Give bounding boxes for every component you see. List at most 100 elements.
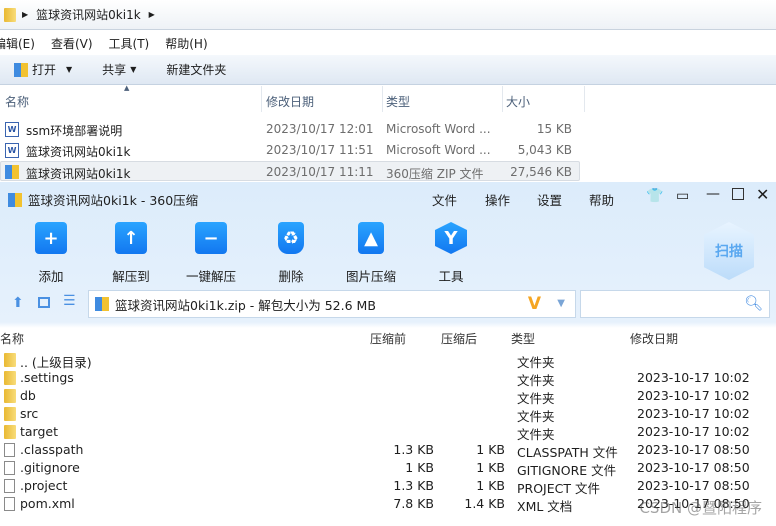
scan-button[interactable]: 扫描 bbox=[704, 222, 754, 280]
add-button[interactable]: + 添加 bbox=[16, 222, 86, 285]
dropdown-icon[interactable]: ▼ bbox=[557, 298, 565, 309]
file-name: ssm环境部署说明 bbox=[26, 124, 123, 138]
explorer-toolbar: 打开 ▼ 共享 ▼ 新建文件夹 bbox=[0, 55, 776, 85]
entry-type: XML 文档 bbox=[517, 499, 573, 514]
file-icon bbox=[4, 479, 15, 493]
column-size[interactable]: 大小 bbox=[506, 93, 530, 110]
entry-date: 2023-10-17 10:02 bbox=[637, 406, 750, 421]
menu-file[interactable]: 文件 bbox=[432, 190, 457, 209]
menu-help[interactable]: 帮助 bbox=[589, 190, 614, 209]
archive-row[interactable]: .project 1.3 KB 1 KB PROJECT 文件 2023-10-… bbox=[0, 477, 776, 496]
feedback-icon[interactable]: ▭ bbox=[676, 188, 689, 204]
add-icon: + bbox=[35, 222, 67, 254]
menu-settings[interactable]: 设置 bbox=[537, 190, 562, 209]
entry-name: pom.xml bbox=[20, 496, 75, 511]
folder-icon bbox=[4, 353, 16, 367]
entry-size-after: 1 KB bbox=[476, 460, 505, 475]
share-button[interactable]: 共享 ▼ bbox=[102, 61, 136, 78]
archive-row[interactable]: target 文件夹 2023-10-17 10:02 bbox=[0, 423, 776, 442]
skin-icon[interactable]: 👕 bbox=[646, 188, 663, 204]
image-compress-button[interactable]: ▲ 图片压缩 bbox=[336, 222, 406, 285]
delete-label: 删除 bbox=[278, 269, 304, 284]
entry-date: 2023-10-17 10:02 bbox=[637, 370, 750, 385]
zip-icon bbox=[8, 192, 22, 207]
archive-row[interactable]: .settings 文件夹 2023-10-17 10:02 bbox=[0, 369, 776, 388]
column-date[interactable]: 修改日期 bbox=[630, 330, 678, 347]
entry-size-after: 1 KB bbox=[476, 478, 505, 493]
new-folder-button[interactable]: 新建文件夹 bbox=[166, 61, 226, 78]
thumbnail-view-icon[interactable] bbox=[38, 297, 50, 308]
close-icon[interactable]: ✕ bbox=[756, 185, 769, 204]
extract-to-button[interactable]: ↑ 解压到 bbox=[96, 222, 166, 285]
image-compress-label: 图片压缩 bbox=[345, 269, 396, 284]
scan-label: 扫描 bbox=[715, 244, 743, 260]
entry-size-before: 7.8 KB bbox=[393, 496, 434, 511]
breadcrumb-item[interactable]: 篮球资讯网站0ki1k bbox=[36, 6, 141, 23]
archive-row[interactable]: .gitignore 1 KB 1 KB GITIGNORE 文件 2023-1… bbox=[0, 459, 776, 478]
column-date[interactable]: 修改日期 bbox=[266, 93, 314, 110]
column-after[interactable]: 压缩后 bbox=[441, 330, 477, 347]
delete-button[interactable]: ♻ 删除 bbox=[256, 222, 326, 285]
dropdown-icon: ▼ bbox=[130, 65, 137, 74]
file-date: 2023/10/17 11:51 bbox=[266, 143, 374, 157]
entry-date: 2023-10-17 10:02 bbox=[637, 424, 750, 439]
list-view-icon[interactable]: ☰ bbox=[63, 293, 76, 309]
archive-row[interactable]: .classpath 1.3 KB 1 KB CLASSPATH 文件 2023… bbox=[0, 441, 776, 460]
one-click-extract-button[interactable]: − 一键解压 bbox=[176, 222, 246, 285]
file-row-selected[interactable]: 篮球资讯网站0ki1k 2023/10/17 11:11 360压缩 ZIP 文… bbox=[0, 161, 580, 181]
word-icon: W bbox=[5, 122, 19, 137]
search-input[interactable]: 🔍︎ bbox=[580, 290, 770, 318]
up-arrow-icon[interactable]: ⬆ bbox=[12, 295, 24, 311]
column-type[interactable]: 类型 bbox=[386, 93, 410, 110]
explorer-address-bar[interactable]: ▶ 篮球资讯网站0ki1k ▶ bbox=[0, 0, 776, 30]
minimize-icon[interactable]: — bbox=[706, 186, 720, 202]
chevron-right-icon: ▶ bbox=[22, 10, 29, 19]
zip-path-bar[interactable]: 篮球资讯网站0ki1k.zip - 解包大小为 52.6 MB V ▼ bbox=[88, 290, 576, 318]
folder-icon bbox=[4, 425, 16, 439]
explorer-menu-bar: 编辑(E) 查看(V) 工具(T) 帮助(H) bbox=[0, 32, 776, 54]
file-icon bbox=[4, 461, 15, 475]
menu-edit[interactable]: 编辑(E) bbox=[0, 35, 35, 52]
zip-window: 篮球资讯网站0ki1k - 360压缩 文件 操作 设置 帮助 👕 ▭ — ✕ … bbox=[0, 182, 776, 526]
zip-icon bbox=[5, 165, 19, 179]
one-click-extract-label: 一键解压 bbox=[185, 269, 236, 284]
watermark: CSDN @暨阳程序 bbox=[639, 499, 762, 517]
entry-name: .classpath bbox=[20, 442, 84, 457]
word-icon: W bbox=[5, 143, 19, 158]
dropdown-icon: ▼ bbox=[66, 65, 73, 74]
tools-icon: Y bbox=[435, 222, 467, 254]
column-name[interactable]: 名称 bbox=[5, 93, 29, 110]
window-title: 篮球资讯网站0ki1k - 360压缩 bbox=[28, 193, 199, 208]
entry-size-before: 1 KB bbox=[405, 460, 434, 475]
menu-tools[interactable]: 工具(T) bbox=[109, 35, 150, 52]
share-label: 共享 bbox=[102, 63, 127, 77]
file-type: 360压缩 ZIP 文件 bbox=[386, 167, 484, 181]
file-type: Microsoft Word ... bbox=[386, 143, 491, 157]
file-row[interactable]: W ssm环境部署说明 2023/10/17 12:01 Microsoft W… bbox=[0, 119, 580, 139]
open-button[interactable]: 打开 ▼ bbox=[14, 61, 72, 78]
entry-size-after: 1 KB bbox=[476, 442, 505, 457]
menu-view[interactable]: 查看(V) bbox=[51, 35, 93, 52]
column-before[interactable]: 压缩前 bbox=[370, 330, 406, 347]
search-icon[interactable]: 🔍︎ bbox=[744, 294, 763, 312]
maximize-icon[interactable] bbox=[732, 188, 744, 200]
file-size: 27,546 KB bbox=[510, 165, 572, 179]
v-logo-icon[interactable]: V bbox=[528, 294, 541, 314]
zip-icon bbox=[14, 62, 28, 77]
archive-row[interactable]: .. (上级目录) 文件夹 bbox=[0, 351, 776, 370]
menu-help[interactable]: 帮助(H) bbox=[165, 35, 207, 52]
column-name[interactable]: 名称 bbox=[0, 330, 24, 347]
archive-row[interactable]: src 文件夹 2023-10-17 10:02 bbox=[0, 405, 776, 424]
folder-icon bbox=[4, 389, 16, 403]
chevron-right-icon[interactable]: ▶ bbox=[149, 10, 155, 19]
file-row[interactable]: W 篮球资讯网站0ki1k 2023/10/17 11:51 Microsoft… bbox=[0, 140, 580, 160]
file-date: 2023/10/17 11:11 bbox=[266, 165, 374, 179]
zip-path-text: 篮球资讯网站0ki1k.zip - 解包大小为 52.6 MB bbox=[115, 297, 376, 313]
menu-operate[interactable]: 操作 bbox=[485, 190, 510, 209]
archive-row[interactable]: db 文件夹 2023-10-17 10:02 bbox=[0, 387, 776, 406]
tools-button[interactable]: Y 工具 bbox=[416, 222, 486, 285]
folder-icon bbox=[4, 407, 16, 421]
new-folder-label: 新建文件夹 bbox=[166, 63, 227, 77]
entry-size-before: 1.3 KB bbox=[393, 442, 434, 457]
column-type[interactable]: 类型 bbox=[511, 330, 535, 347]
